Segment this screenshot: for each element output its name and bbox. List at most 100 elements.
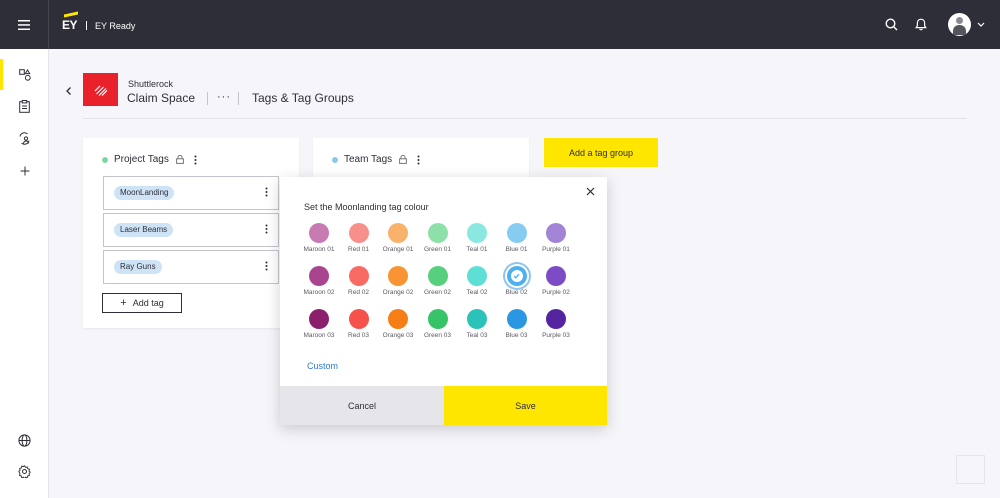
more-vertical-icon[interactable]: [265, 187, 268, 197]
swatch-circle[interactable]: [427, 223, 448, 243]
colour-swatch[interactable]: Blue 02: [496, 266, 538, 304]
add-tag-button[interactable]: + Add tag: [102, 293, 182, 313]
bell-icon[interactable]: [907, 11, 934, 38]
add-tag-label: Add tag: [132, 298, 164, 308]
header-divider: [207, 92, 208, 105]
swatch-circle[interactable]: [506, 309, 527, 329]
swatch-label: Orange 02: [382, 289, 414, 296]
nav-item-add[interactable]: [0, 155, 49, 186]
swatch-label: Orange 03: [382, 332, 414, 339]
project-tags-panel: Project Tags MoonLanding Laser Beams Ray…: [83, 138, 299, 328]
swatch-circle[interactable]: [388, 266, 408, 286]
user-search-icon: [19, 132, 30, 145]
swatch-circle[interactable]: [309, 309, 329, 329]
colour-swatch[interactable]: Orange 03: [377, 309, 419, 347]
swatch-circle[interactable]: [427, 309, 448, 329]
colour-swatch[interactable]: Maroon 02: [298, 266, 340, 304]
project-tags-title: Project Tags: [114, 154, 169, 165]
swatch-circle[interactable]: [467, 223, 487, 243]
more-vertical-icon[interactable]: [417, 155, 420, 165]
cancel-button[interactable]: Cancel: [280, 386, 444, 425]
nav-item-clipboard[interactable]: [0, 91, 49, 122]
shapes-icon: [18, 68, 31, 81]
tag-chip[interactable]: MoonLanding: [114, 186, 175, 200]
team-tags-title: Team Tags: [344, 154, 393, 165]
colour-swatch[interactable]: Orange 01: [377, 223, 419, 261]
status-dot: [332, 156, 338, 163]
user-menu[interactable]: [934, 13, 985, 36]
swatch-circle[interactable]: [388, 309, 408, 329]
close-icon[interactable]: [586, 187, 595, 196]
swatch-circle[interactable]: [506, 266, 527, 286]
header-divider: [238, 92, 239, 105]
back-arrow-icon[interactable]: [63, 84, 75, 96]
status-dot: [102, 156, 108, 163]
save-button[interactable]: Save: [444, 386, 607, 425]
lock-icon: [399, 155, 408, 164]
tag-row[interactable]: MoonLanding: [103, 176, 279, 210]
colour-swatch[interactable]: Green 01: [417, 223, 459, 261]
colour-swatch[interactable]: Maroon 01: [298, 223, 340, 261]
swatch-label: Purple 01: [542, 246, 570, 253]
swatch-label: Green 02: [423, 289, 452, 296]
custom-colour-link[interactable]: Custom: [307, 361, 338, 371]
clipboard-icon: [19, 100, 30, 113]
modal-title: Set the Moonlanding tag colour: [304, 202, 429, 212]
colour-swatch[interactable]: Blue 03: [496, 309, 538, 347]
colour-swatch[interactable]: Red 03: [338, 309, 380, 347]
colour-swatch[interactable]: Red 02: [338, 266, 380, 304]
swatch-circle[interactable]: [546, 223, 566, 243]
swatch-circle[interactable]: [546, 309, 566, 329]
chevron-down-icon[interactable]: [977, 22, 985, 27]
brand[interactable]: EY EY Ready: [62, 11, 135, 33]
more-vertical-icon[interactable]: [265, 224, 268, 234]
colour-swatch[interactable]: Purple 02: [535, 266, 577, 304]
project-tags-header: Project Tags: [102, 154, 197, 165]
swatch-circle[interactable]: [546, 266, 566, 286]
colour-swatch[interactable]: Orange 02: [377, 266, 419, 304]
swatch-circle[interactable]: [388, 223, 408, 243]
more-vertical-icon[interactable]: [265, 261, 268, 271]
swatch-label: Blue 03: [505, 332, 528, 339]
colour-swatch[interactable]: Purple 01: [535, 223, 577, 261]
tag-row[interactable]: Laser Beams: [103, 213, 279, 247]
page-title: Tags & Tag Groups: [252, 91, 354, 105]
breadcrumb-more[interactable]: ···: [217, 91, 231, 103]
swatch-label: Orange 01: [382, 246, 414, 253]
corner-widget[interactable]: [956, 455, 985, 484]
colour-swatch[interactable]: Teal 01: [456, 223, 498, 261]
swatch-circle[interactable]: [506, 223, 527, 243]
colour-swatch[interactable]: Teal 02: [456, 266, 498, 304]
nav-item-tags[interactable]: [0, 59, 49, 90]
swatch-circle[interactable]: [348, 223, 369, 243]
colour-swatch[interactable]: Green 02: [417, 266, 459, 304]
colour-swatch[interactable]: Teal 03: [456, 309, 498, 347]
swatch-circle[interactable]: [427, 266, 448, 286]
hamburger-menu-icon[interactable]: [0, 0, 49, 49]
colour-swatch[interactable]: Maroon 03: [298, 309, 340, 347]
swatch-label: Maroon 01: [303, 246, 335, 253]
colour-swatch[interactable]: Purple 03: [535, 309, 577, 347]
more-vertical-icon[interactable]: [194, 155, 197, 165]
search-icon[interactable]: [878, 11, 905, 38]
swatch-circle[interactable]: [309, 266, 329, 286]
plus-icon: +: [120, 297, 127, 309]
nav-item-globe[interactable]: [0, 425, 49, 456]
tag-chip[interactable]: Laser Beams: [114, 223, 174, 237]
plus-icon: [20, 166, 29, 175]
nav-item-users[interactable]: [0, 123, 49, 154]
colour-swatch[interactable]: Red 01: [338, 223, 380, 261]
colour-swatch[interactable]: Blue 01: [496, 223, 538, 261]
add-tag-group-button[interactable]: Add a tag group: [544, 138, 658, 167]
swatch-circle[interactable]: [309, 223, 329, 243]
swatch-circle[interactable]: [467, 266, 487, 286]
swatch-circle[interactable]: [467, 309, 487, 329]
tag-chip[interactable]: Ray Guns: [114, 260, 162, 274]
avatar[interactable]: [948, 13, 971, 36]
colour-swatch[interactable]: Green 03: [417, 309, 459, 347]
top-bar: EY EY Ready: [0, 0, 1000, 49]
nav-item-settings[interactable]: [0, 456, 49, 487]
swatch-circle[interactable]: [348, 309, 369, 329]
swatch-circle[interactable]: [348, 266, 369, 286]
tag-row[interactable]: Ray Guns: [103, 250, 279, 284]
